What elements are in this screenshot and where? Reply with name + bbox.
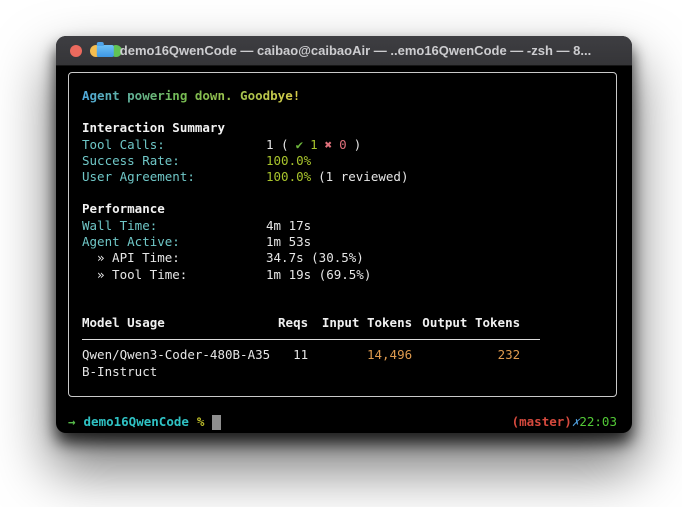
model-name: Qwen/Qwen3-Coder-480B-A35B-Instruct <box>82 347 270 380</box>
wall-time-label: Wall Time: <box>82 218 266 234</box>
table-separator <box>82 331 540 347</box>
tool-calls-label: Tool Calls: <box>82 137 266 153</box>
agent-active-label: Agent Active: <box>82 234 266 250</box>
interaction-summary-heading: Interaction Summary <box>82 120 225 136</box>
wall-time-value: 4m 17s <box>266 218 311 234</box>
tool-time-row: » Tool Time: 1m 19s (69.5%) <box>82 267 603 283</box>
prompt-cwd: demo16QwenCode <box>84 414 189 430</box>
tool-calls-close-paren: ) <box>354 137 362 153</box>
prompt-symbol: % <box>197 414 205 430</box>
close-button[interactable] <box>70 45 82 57</box>
tool-calls-value: 1 ( ✔ 1 ✖ 0 ) <box>266 137 361 153</box>
api-time-row: » API Time: 34.7s (30.5%) <box>82 250 603 266</box>
check-icon: ✔ <box>296 137 304 153</box>
terminal-cursor <box>212 415 221 430</box>
goodbye-text: Agent powering down. Goodbye! <box>82 88 300 104</box>
header-reqs: Reqs <box>270 315 308 331</box>
tool-time-value: 1m 19s (69.5%) <box>266 267 371 283</box>
tool-calls-row: Tool Calls: 1 ( ✔ 1 ✖ 0 ) <box>82 137 603 153</box>
user-agreement-label: User Agreement: <box>82 169 266 185</box>
prompt-time: 22:03 <box>579 414 617 430</box>
goodbye-line: Agent powering down. Goodbye! <box>82 88 603 104</box>
wall-time-row: Wall Time: 4m 17s <box>82 218 603 234</box>
model-usage-header-row: Model Usage Reqs Input Tokens Output Tok… <box>82 315 603 331</box>
performance-heading: Performance <box>82 201 165 217</box>
user-agreement-note: (1 reviewed) <box>318 169 408 185</box>
title-bar[interactable]: demo16QwenCode — caibao@caibaoAir — ..em… <box>56 36 632 66</box>
terminal-screen[interactable]: Agent powering down. Goodbye! Interactio… <box>56 66 632 430</box>
model-usage-data-row: Qwen/Qwen3-Coder-480B-A35B-Instruct 11 1… <box>82 347 603 380</box>
git-branch: (master) <box>512 414 572 430</box>
header-model-usage: Model Usage <box>82 315 270 331</box>
header-input-tokens: Input Tokens <box>308 315 412 331</box>
folder-icon <box>97 45 114 57</box>
shell-prompt[interactable]: → demo16QwenCode % (master) ✗ 22:03 <box>68 414 617 430</box>
window-title-group: demo16QwenCode — caibao@caibaoAir — ..em… <box>97 43 591 58</box>
prompt-right-segment: (master) ✗ 22:03 <box>512 414 617 430</box>
cross-icon: ✖ <box>325 137 333 153</box>
success-rate-value: 100.0% <box>266 153 311 169</box>
git-dirty-icon: ✗ <box>572 414 580 430</box>
prompt-arrow-icon: → <box>68 414 76 430</box>
header-output-tokens: Output Tokens <box>412 315 520 331</box>
success-rate-row: Success Rate: 100.0% <box>82 153 603 169</box>
agent-active-value: 1m 53s <box>266 234 311 250</box>
summary-box: Agent powering down. Goodbye! Interactio… <box>68 72 617 397</box>
agent-active-row: Agent Active: 1m 53s <box>82 234 603 250</box>
model-reqs: 11 <box>270 347 308 380</box>
api-time-label: » API Time: <box>82 250 266 266</box>
model-input-tokens: 14,496 <box>308 347 412 380</box>
api-time-value: 34.7s (30.5%) <box>266 250 364 266</box>
tool-time-label: » Tool Time: <box>82 267 266 283</box>
performance-heading-row: Performance <box>82 201 603 217</box>
terminal-window: demo16QwenCode — caibao@caibaoAir — ..em… <box>56 36 632 433</box>
user-agreement-row: User Agreement: 100.0% (1 reviewed) <box>82 169 603 185</box>
success-rate-label: Success Rate: <box>82 153 266 169</box>
user-agreement-value: 100.0% <box>266 169 311 185</box>
interaction-summary-heading-row: Interaction Summary <box>82 120 603 136</box>
user-agreement-value-group: 100.0% (1 reviewed) <box>266 169 408 185</box>
tool-calls-total: 1 ( <box>266 137 289 153</box>
window-title: demo16QwenCode — caibao@caibaoAir — ..em… <box>120 43 591 58</box>
tool-calls-success-count: 1 <box>310 137 318 153</box>
tool-calls-failed-count: 0 <box>339 137 347 153</box>
model-output-tokens: 232 <box>412 347 520 380</box>
